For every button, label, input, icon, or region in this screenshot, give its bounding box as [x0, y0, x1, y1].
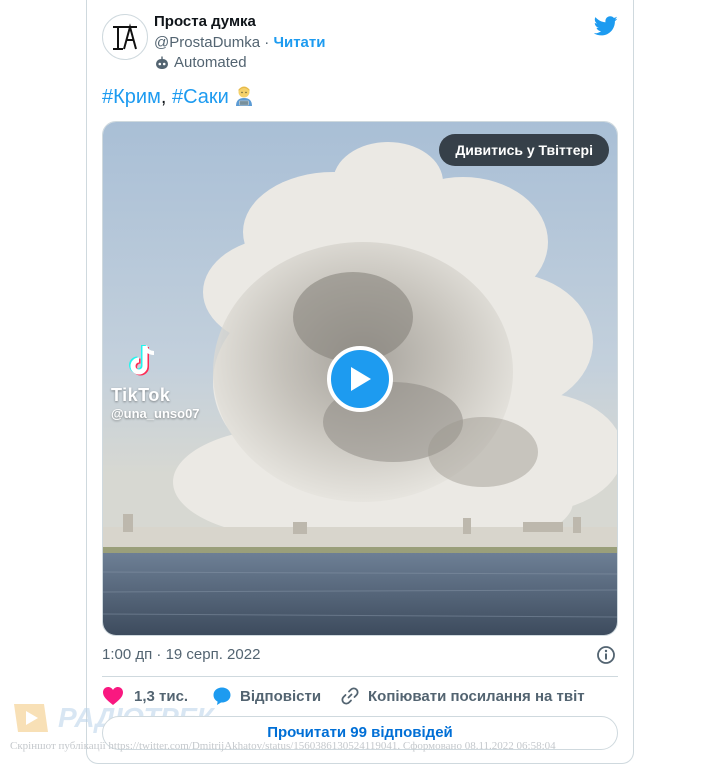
watch-on-twitter-button[interactable]: Дивитись у Твіттері: [439, 134, 609, 166]
robot-icon: [156, 56, 168, 69]
author-handle[interactable]: @ProstaDumka: [154, 34, 260, 51]
copy-link-label: Копіювати посилання на твіт: [368, 687, 585, 705]
avatar[interactable]: [102, 14, 148, 60]
link-icon: [341, 687, 359, 705]
prosta-dumka-logo-icon: [113, 23, 137, 50]
reply-bubble-icon: [213, 687, 231, 705]
play-button[interactable]: [327, 346, 393, 412]
hashtag-crimea[interactable]: #Крим: [102, 86, 161, 108]
tweet-timestamp[interactable]: 1:00 дп · 19 серп. 2022: [102, 646, 260, 663]
tiktok-wordmark: TikTok: [111, 385, 171, 405]
follow-link[interactable]: Читати: [273, 34, 325, 51]
actions-divider: [102, 676, 618, 677]
hashtag-separator: ,: [160, 86, 172, 108]
automated-label-row: Automated: [154, 54, 247, 71]
tiktok-watermark: TikTok @una_unso07: [111, 340, 200, 421]
video-player[interactable]: Дивитись у Твіттері TikTok @una_unso07: [102, 121, 618, 636]
automated-label: Automated: [174, 54, 247, 71]
reply-button[interactable]: Відповісти: [212, 686, 321, 706]
reply-label: Відповісти: [240, 687, 322, 705]
tiktok-username: @una_unso07: [111, 406, 200, 421]
author-handle-line: @ProstaDumka · Читати: [154, 34, 325, 51]
info-icon[interactable]: [596, 645, 616, 665]
tiktok-icon: [129, 345, 155, 376]
hashtag-saky[interactable]: #Саки: [172, 86, 229, 108]
man-technologist-emoji-icon: [236, 86, 253, 106]
handle-separator: ·: [260, 34, 274, 51]
copy-link-button[interactable]: Копіювати посилання на твіт: [340, 686, 585, 706]
play-icon: [351, 367, 371, 391]
screenshot-footer: Скріншот публікації https://twitter.com/…: [10, 740, 556, 752]
tweet-text: #Крим, #Саки: [102, 85, 254, 109]
author-name[interactable]: Проста думка: [154, 13, 256, 30]
twitter-bird-icon[interactable]: [594, 14, 618, 38]
radiotrek-logo-icon: [14, 704, 48, 732]
